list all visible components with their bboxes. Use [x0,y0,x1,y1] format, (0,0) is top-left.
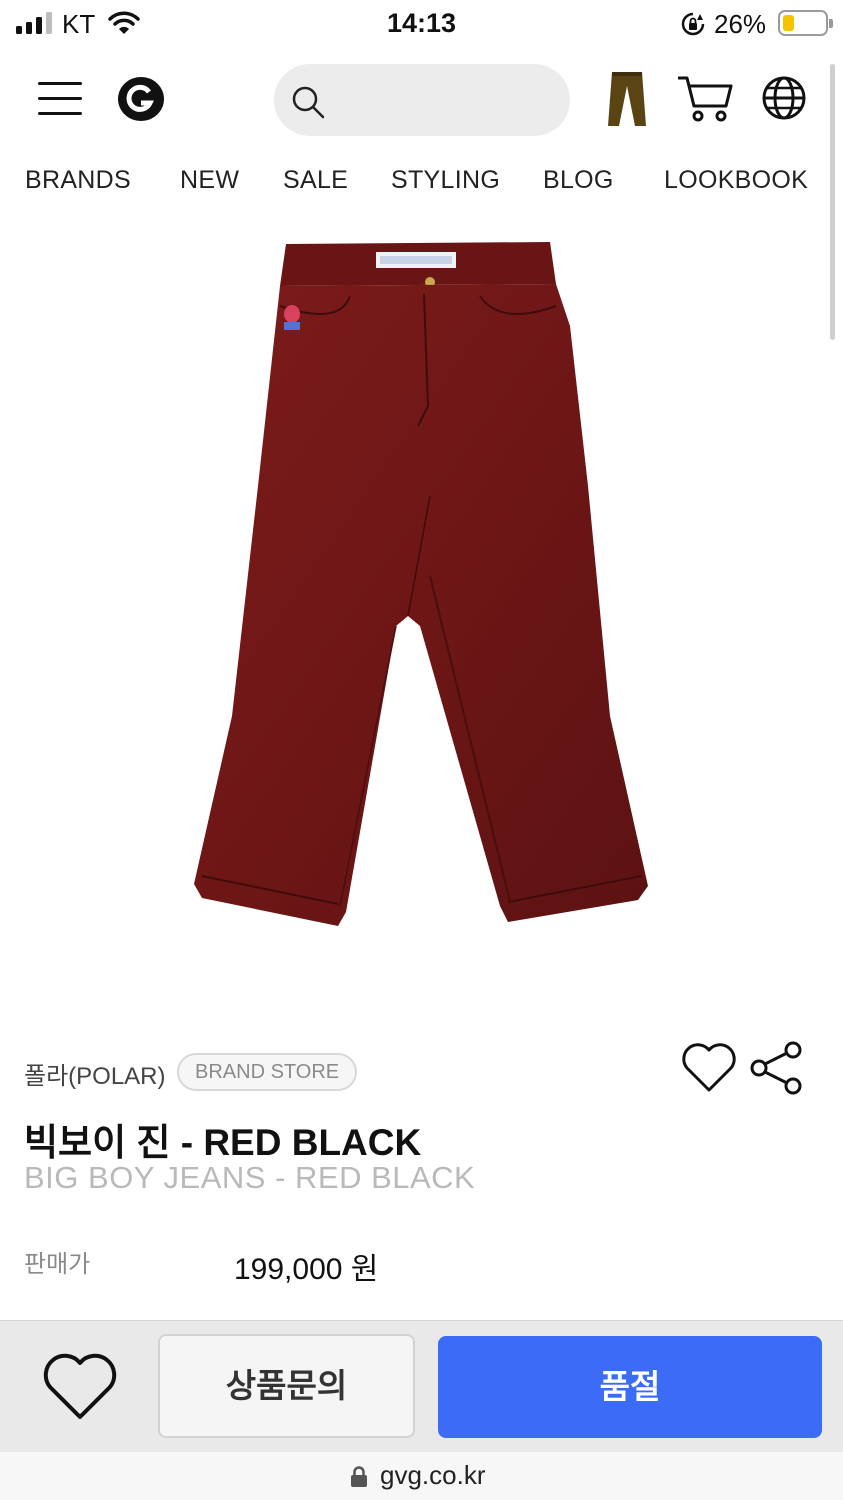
search-bar[interactable] [274,64,570,136]
product-title-english: BIG BOY JEANS - RED BLACK [24,1160,476,1195]
battery-fill [783,15,794,31]
product-price: 199,000 원 [234,1253,379,1286]
cart-icon[interactable] [676,74,734,124]
wishlist-heart-icon[interactable] [40,1351,120,1423]
brand-store-badge[interactable]: BRAND STORE [177,1053,358,1091]
share-icon[interactable] [748,1040,806,1096]
nav-item-lookbook[interactable]: LOOKBOOK [664,166,808,195]
pants-thumbnail-icon[interactable] [606,70,648,128]
status-bar: KT 14:13 26% [0,0,843,48]
search-input[interactable] [336,64,556,136]
nav-item-new[interactable]: NEW [180,166,239,195]
red-jeans-image[interactable] [180,236,660,936]
rotation-lock-icon [681,12,705,36]
product-title-korean: 빅보이 진 - RED BLACK [24,1122,422,1163]
nav-item-sale[interactable]: SALE [283,166,348,195]
price-label: 판매가 [24,1251,91,1278]
globe-icon[interactable] [760,74,808,122]
search-icon[interactable] [290,84,326,120]
heart-icon[interactable] [680,1040,738,1094]
main-nav: BRANDS NEW SALE STYLING BLOG LOOKBOOK [0,160,843,204]
hamburger-menu-icon[interactable] [38,80,82,116]
site-header [0,58,843,140]
battery-percent: 26% [714,9,767,39]
lock-icon [351,1466,367,1487]
nav-item-blog[interactable]: BLOG [543,166,614,195]
nav-item-styling[interactable]: STYLING [391,166,500,195]
url-text[interactable]: gvg.co.kr [380,1460,486,1491]
gvg-logo-icon[interactable] [116,76,166,122]
sold-out-button[interactable]: 품절 [438,1336,822,1438]
brand-name[interactable]: 폴라(POLAR) [24,1056,166,1091]
nav-item-brands[interactable]: BRANDS [25,166,131,195]
bottom-action-bar: 상품문의 품절 [0,1320,843,1452]
browser-url-bar[interactable]: gvg.co.kr [0,1452,843,1500]
battery-icon [778,10,833,36]
product-inquiry-button[interactable]: 상품문의 [158,1334,415,1438]
scrollbar[interactable] [830,64,835,340]
